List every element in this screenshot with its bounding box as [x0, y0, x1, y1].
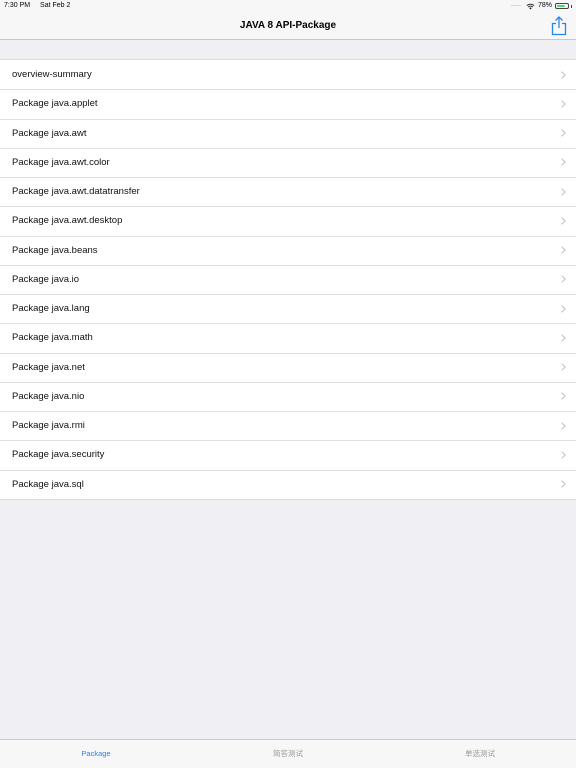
- tab-package[interactable]: Package: [0, 740, 192, 768]
- list-item-label: Package java.nio: [12, 390, 85, 402]
- page-title: JAVA 8 API-Package: [239, 20, 337, 31]
- chevron-right-icon: [561, 187, 566, 196]
- chevron-right-icon: [561, 129, 566, 137]
- chevron-right-icon: [561, 70, 566, 79]
- navigation-bar: JAVA 8 API-Package: [0, 12, 576, 40]
- battery-percent: 78%: [537, 2, 552, 9]
- list-item-label: Package java.sql: [12, 478, 84, 490]
- list-item[interactable]: Package java.awt.desktop: [0, 206, 576, 235]
- list-item[interactable]: Package java.awt.datatransfer: [0, 177, 576, 206]
- list-item-label: Package java.math: [12, 332, 93, 344]
- battery-cap: [571, 4, 572, 8]
- list-item-label: Package java.net: [12, 361, 85, 373]
- chevron-right-icon: [561, 246, 566, 254]
- chevron-right-icon: [561, 421, 566, 430]
- chevron-right-icon: [561, 451, 566, 459]
- list-item[interactable]: Package java.io: [0, 264, 576, 294]
- list-item[interactable]: Package java.nio: [0, 381, 576, 411]
- chevron-right-icon: [561, 334, 566, 342]
- list-item[interactable]: Package java.rmi: [0, 411, 576, 440]
- signal-indicator: ·····: [510, 3, 521, 9]
- status-right: ····· 78%: [511, 0, 572, 12]
- list-item-label: Package java.awt.datatransfer: [12, 186, 140, 198]
- status-left: 7:30 PM Sat Feb 2: [4, 0, 78, 12]
- chevron-right-icon: [561, 217, 566, 225]
- list-item-label: Package java.io: [12, 273, 80, 285]
- list-item-label: Package java.awt.color: [12, 156, 110, 168]
- chevron-right-icon: [561, 480, 566, 488]
- chevron-right-icon: [561, 304, 566, 313]
- list-item-label: Package java.security: [12, 449, 105, 461]
- package-list: overview-summary Package java.applet Packa…: [0, 59, 576, 500]
- tab-bar: Package 简答测试 单选测试: [0, 739, 576, 768]
- tab-single-choice-test[interactable]: 单选测试: [384, 740, 576, 768]
- list-item[interactable]: overview-summary: [0, 60, 576, 89]
- tab-short-answer-test[interactable]: 简答测试: [192, 740, 384, 768]
- status-date: Sat Feb 2: [40, 2, 71, 9]
- share-icon[interactable]: [550, 16, 568, 36]
- chevron-right-icon: [561, 392, 566, 401]
- list-item-label: Package java.rmi: [12, 420, 85, 432]
- chevron-right-icon: [561, 275, 566, 284]
- chevron-right-icon: [561, 158, 566, 167]
- list-item-label: Package java.awt.desktop: [12, 215, 123, 227]
- list-item-label: Package java.applet: [12, 98, 98, 110]
- list-item-label: Package java.awt: [12, 127, 87, 139]
- status-time: 7:30 PM: [4, 2, 31, 9]
- list-item[interactable]: Package java.math: [0, 323, 576, 352]
- list-item[interactable]: Package java.lang: [0, 294, 576, 323]
- list-item[interactable]: Package java.sql: [0, 469, 576, 499]
- list-item[interactable]: Package java.awt.color: [0, 147, 576, 177]
- list-item[interactable]: Package java.applet: [0, 89, 576, 118]
- list-item[interactable]: Package java.awt: [0, 118, 576, 148]
- list-item-label: overview-summary: [12, 69, 92, 81]
- list-item-label: Package java.lang: [12, 303, 90, 315]
- battery-icon: [555, 3, 569, 9]
- wifi-icon: [526, 3, 535, 9]
- list-item[interactable]: Package java.beans: [0, 235, 576, 265]
- chevron-right-icon: [561, 100, 566, 108]
- battery-fill: [557, 5, 565, 7]
- status-bar: 7:30 PM Sat Feb 2 ····· 78%: [0, 0, 576, 12]
- list-item[interactable]: Package java.net: [0, 352, 576, 382]
- list-item[interactable]: Package java.security: [0, 440, 576, 469]
- list-item-label: Package java.beans: [12, 244, 98, 256]
- chevron-right-icon: [561, 363, 566, 371]
